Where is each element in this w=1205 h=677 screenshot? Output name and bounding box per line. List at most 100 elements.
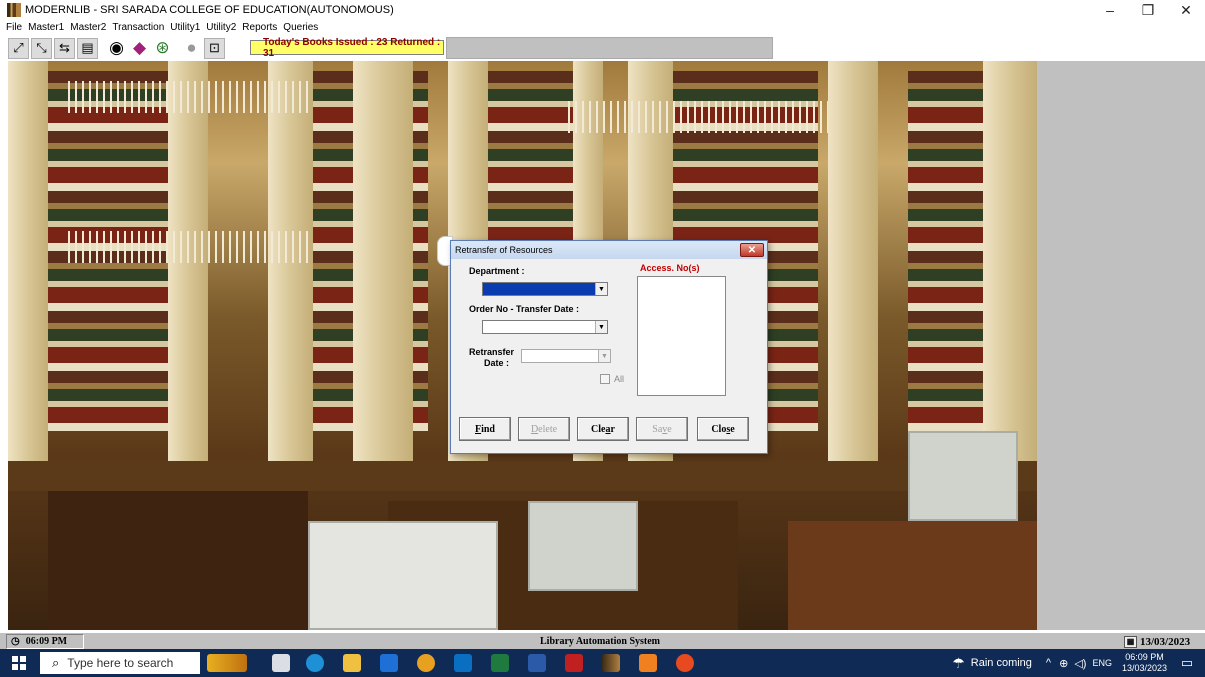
order-transfer-date-select[interactable]: ▼	[482, 320, 608, 334]
status-date: ▦ 13/03/2023	[1124, 634, 1204, 649]
balcony-rail	[568, 101, 828, 133]
pillar	[983, 61, 1037, 481]
retransfer-label-line2: Date :	[484, 358, 510, 368]
computer-monitor	[908, 431, 1018, 521]
menu-utility1[interactable]: Utility1	[170, 22, 200, 33]
printer	[308, 521, 498, 630]
windows-start-icon[interactable]	[8, 653, 30, 673]
exit-icon[interactable]: ⊡	[204, 37, 225, 59]
menu-master2[interactable]: Master2	[70, 22, 106, 33]
excel-icon[interactable]	[491, 654, 509, 672]
title-bar: MODERNLIB - SRI SARADA COLLEGE OF EDUCAT…	[0, 0, 1205, 20]
transfer-icon[interactable]: ⇆	[54, 37, 75, 59]
status-date-value: 13/03/2023	[1140, 635, 1191, 648]
close-window-button[interactable]: ✕	[1167, 0, 1205, 20]
today-status: Today's Books Issued : 23 Returned : 31	[250, 37, 444, 59]
news-widget-icon[interactable]	[207, 654, 247, 672]
delete-button[interactable]: Delete	[518, 417, 570, 441]
app-window: MODERNLIB - SRI SARADA COLLEGE OF EDUCAT…	[0, 0, 1205, 677]
clear-button[interactable]: Cle a r	[577, 417, 629, 441]
window-title: MODERNLIB - SRI SARADA COLLEGE OF EDUCAT…	[25, 4, 394, 16]
department-select[interactable]: ▼	[482, 282, 608, 296]
checkbox-box[interactable]	[600, 374, 610, 384]
mail-icon[interactable]	[454, 654, 472, 672]
toolbar-panel	[446, 37, 773, 59]
notification-icon[interactable]: ▭	[1177, 653, 1197, 673]
menu-file[interactable]: File	[6, 22, 22, 33]
weather-widget[interactable]: ☂ Rain coming	[952, 655, 1032, 672]
retransfer-label-line1: Retransfer	[469, 347, 515, 357]
side-desk	[788, 521, 1037, 630]
status-time-value: 06:09 PM	[25, 636, 68, 647]
menu-utility2[interactable]: Utility2	[206, 22, 236, 33]
status-bar: ◷ 06:09 PM Library Automation System ▦ 1…	[0, 632, 1205, 649]
reading-desk	[8, 461, 1037, 491]
disc-icon[interactable]: ⊛	[152, 38, 173, 59]
chevron-down-icon[interactable]: ▼	[598, 350, 610, 362]
network-icon[interactable]: ⊕	[1059, 657, 1068, 670]
file-explorer-icon[interactable]	[343, 654, 361, 672]
balcony-rail	[68, 81, 308, 113]
order-label: Order No - Transfer Date :	[469, 304, 580, 314]
find-button[interactable]: Find	[459, 417, 511, 441]
chevron-down-icon[interactable]: ▼	[595, 283, 607, 295]
access-no-label: Access. No(s)	[640, 263, 700, 273]
pillar	[828, 61, 878, 481]
search-placeholder: Type here to search	[67, 656, 174, 670]
clock-date: 13/03/2023	[1121, 663, 1167, 673]
word-icon[interactable]	[528, 654, 546, 672]
window-controls: – ❐ ✕	[1091, 0, 1205, 20]
menu-master1[interactable]: Master1	[28, 22, 64, 33]
minimize-button[interactable]: –	[1091, 0, 1129, 20]
pillar	[168, 61, 208, 481]
language-indicator[interactable]: ENG	[1092, 658, 1112, 668]
computer-monitor	[528, 501, 638, 591]
catalog-icon[interactable]: ▤	[77, 37, 98, 59]
speaker-icon[interactable]: ◁)	[1074, 657, 1086, 670]
firefox-icon[interactable]	[676, 654, 694, 672]
department-label: Department :	[469, 266, 525, 276]
balcony-rail	[68, 231, 308, 263]
pillar	[353, 61, 413, 481]
task-view-icon[interactable]	[272, 654, 290, 672]
menu-queries[interactable]: Queries	[283, 22, 318, 33]
issue-icon[interactable]: ⤢	[8, 37, 29, 59]
pillar	[268, 61, 313, 481]
access-no-list[interactable]	[637, 276, 726, 396]
search-icon: ⌕	[52, 655, 60, 670]
taskbar-clock[interactable]: 06:09 PM 13/03/2023	[1122, 652, 1167, 674]
return-icon[interactable]: ⤡	[31, 37, 52, 59]
restore-button[interactable]: ❐	[1129, 0, 1167, 20]
edge-browser-icon[interactable]	[306, 654, 324, 672]
windows-taskbar: ⌕ Type here to search ☂ Rain coming ^ ⊕ …	[0, 649, 1205, 677]
chevron-down-icon[interactable]: ▼	[595, 321, 607, 333]
retransfer-dialog: Retransfer of Resources ✕ Department : ▼…	[450, 240, 768, 454]
all-checkbox[interactable]: All	[600, 374, 624, 384]
acrobat-icon[interactable]	[565, 654, 583, 672]
book-icon[interactable]: ◆	[129, 38, 150, 59]
retransfer-date-picker[interactable]: ▼	[521, 349, 611, 363]
weather-text: Rain coming	[970, 657, 1032, 669]
clock-time: 06:09 PM	[1125, 652, 1164, 662]
app-icon[interactable]	[639, 654, 657, 672]
dialog-close-icon[interactable]: ✕	[740, 243, 764, 257]
store-icon[interactable]	[380, 654, 398, 672]
menu-transaction[interactable]: Transaction	[112, 22, 164, 33]
menu-reports[interactable]: Reports	[242, 22, 277, 33]
status-time: ◷ 06:09 PM	[6, 634, 84, 649]
front-desk	[48, 491, 308, 630]
tray-chevron-up-icon[interactable]: ^	[1046, 657, 1051, 669]
clock-icon: ◷	[11, 636, 20, 647]
dialog-title-bar: Retransfer of Resources ✕	[451, 241, 767, 259]
dialog-title: Retransfer of Resources	[455, 245, 553, 255]
status-title: Library Automation System	[540, 636, 660, 647]
save-button[interactable]: Sa v e	[636, 417, 688, 441]
modernlib-app-icon[interactable]	[602, 654, 620, 672]
bookshelf	[908, 71, 988, 431]
taskbar-search-input[interactable]: ⌕ Type here to search	[40, 652, 200, 674]
chrome-icon[interactable]	[417, 654, 435, 672]
view-icon[interactable]: ◉	[106, 38, 127, 59]
close-button[interactable]: Clo s e	[697, 417, 749, 441]
workspace-empty-area	[1037, 61, 1205, 630]
chat-icon[interactable]: ●	[181, 38, 202, 59]
